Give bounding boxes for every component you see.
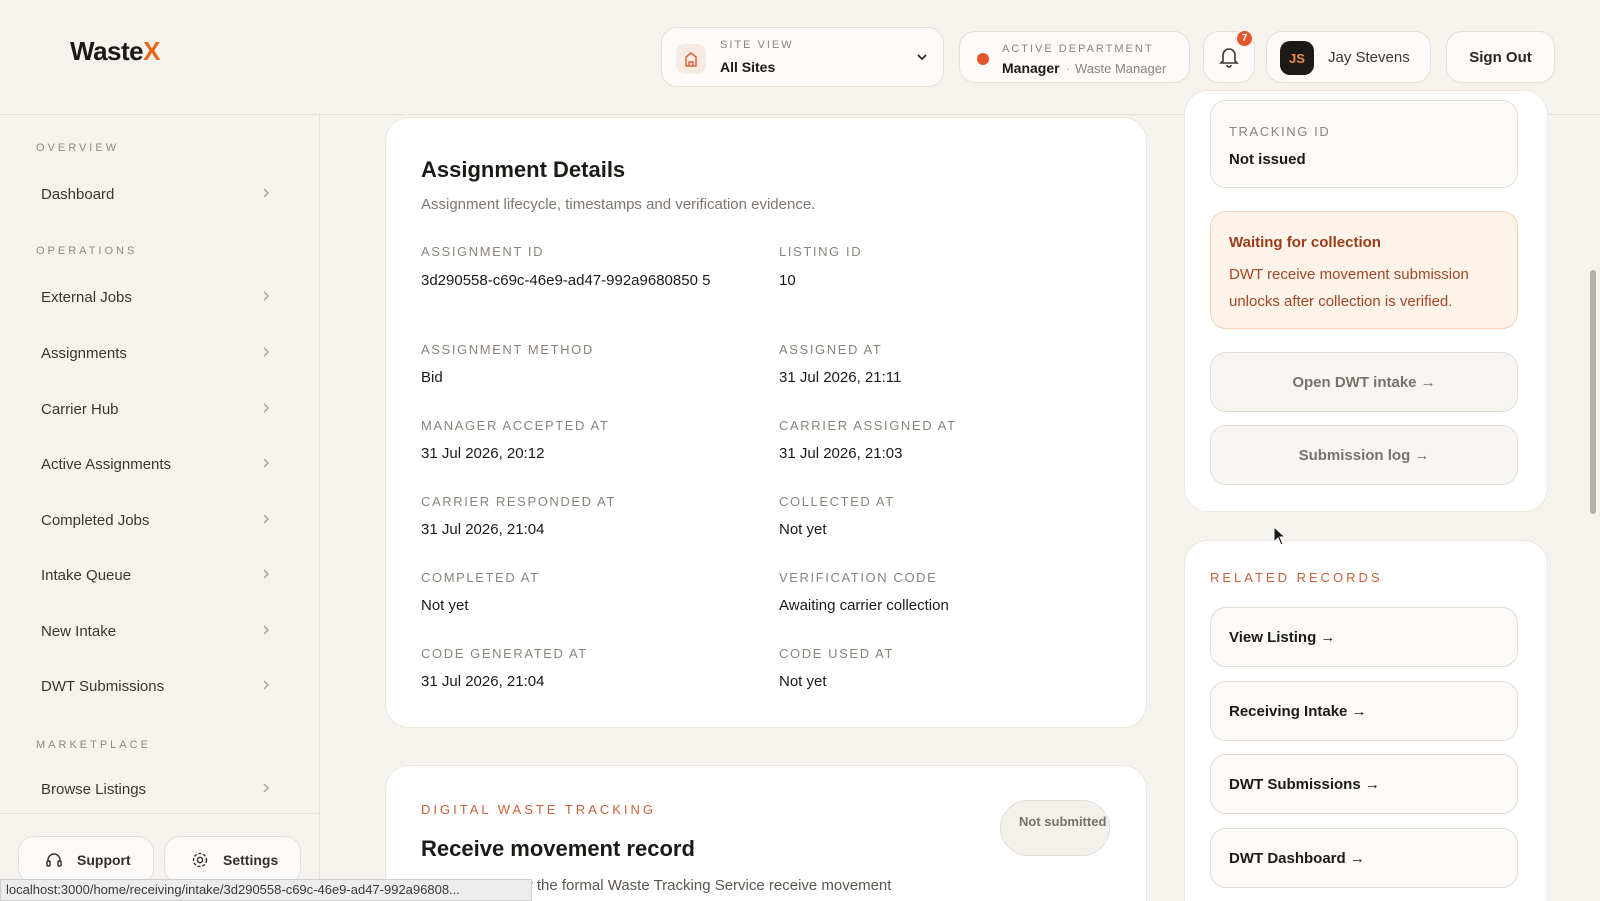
sidebar-item-assignments[interactable]: Assignments <box>28 333 284 373</box>
section-label-marketplace: MARKETPLACE <box>36 739 151 751</box>
dwt-title: Receive movement record <box>421 836 695 861</box>
field-label: CARRIER RESPONDED AT <box>421 494 617 509</box>
field-label: COMPLETED AT <box>421 570 540 585</box>
building-icon <box>676 44 706 74</box>
sign-out-button[interactable]: Sign Out <box>1446 31 1555 83</box>
headset-icon <box>46 853 62 867</box>
sidebar: OVERVIEW Dashboard OPERATIONS External J… <box>0 115 320 901</box>
view-listing-link[interactable]: View Listing → <box>1210 607 1518 667</box>
mouse-cursor-icon <box>1273 526 1287 546</box>
department-separator: · <box>1066 61 1071 76</box>
status-dot <box>977 53 989 65</box>
field-value: 31 Jul 2026, 20:12 <box>421 445 545 462</box>
field-value: Bid <box>421 369 443 386</box>
sidebar-item-carrier-hub[interactable]: Carrier Hub <box>28 389 284 429</box>
department-label: ACTIVE DEPARTMENT <box>1002 43 1154 55</box>
status-badge: Not submitted <box>1000 800 1110 856</box>
field-label: COLLECTED AT <box>779 494 895 509</box>
dwt-dashboard-link[interactable]: DWT Dashboard → <box>1210 828 1518 888</box>
alert-body: DWT receive movement submission unlocks … <box>1229 266 1469 310</box>
dwt-eyebrow: DIGITAL WASTE TRACKING <box>421 802 657 817</box>
field-value: 31 Jul 2026, 21:04 <box>421 673 545 690</box>
tracking-id-label: TRACKING ID <box>1229 124 1331 139</box>
field-value: 31 Jul 2026, 21:04 <box>421 521 545 538</box>
gear-icon <box>192 852 208 868</box>
field-label: ASSIGNMENT ID <box>421 244 545 259</box>
field-label: LISTING ID <box>779 244 863 259</box>
department-role: Manager <box>1002 60 1060 76</box>
user-menu[interactable]: JS Jay Stevens <box>1266 31 1431 83</box>
listing-id-value: 10 <box>779 272 796 289</box>
sidebar-item-browse-listings[interactable]: Browse Listings <box>28 769 284 809</box>
section-label-overview: OVERVIEW <box>36 142 120 154</box>
field-value: 31 Jul 2026, 21:03 <box>779 445 903 462</box>
tracking-id-box <box>1210 100 1518 188</box>
receiving-intake-link[interactable]: Receiving Intake → <box>1210 681 1518 741</box>
page-title: Assignment Details <box>421 157 626 182</box>
bell-icon <box>1219 48 1239 68</box>
chevron-right-icon <box>263 291 270 301</box>
field-value: Not yet <box>779 673 827 690</box>
field-label: VERIFICATION CODE <box>779 570 938 585</box>
field-label: MANAGER ACCEPTED AT <box>421 418 610 433</box>
site-view-selector[interactable]: SITE VIEW All Sites <box>661 27 944 87</box>
card-subtitle: Assignment lifecycle, timestamps and ver… <box>421 196 816 213</box>
sidebar-item-dwt-submissions[interactable]: DWT Submissions <box>28 666 284 706</box>
waiting-alert: Waiting for collection DWT receive movem… <box>1210 211 1518 329</box>
field-value: Not yet <box>779 521 827 538</box>
alert-title: Waiting for collection <box>1229 234 1381 251</box>
field-label: CODE GENERATED AT <box>421 646 588 661</box>
sidebar-item-new-intake[interactable]: New Intake <box>28 611 284 651</box>
page-scrollbar[interactable] <box>1590 270 1596 514</box>
sidebar-item-external-jobs[interactable]: External Jobs <box>28 277 284 317</box>
chevron-right-icon <box>263 347 270 357</box>
chevron-right-icon <box>263 458 270 468</box>
chevron-right-icon <box>263 403 270 413</box>
chevron-right-icon <box>263 680 270 690</box>
active-department[interactable]: ACTIVE DEPARTMENT Manager · Waste Manage… <box>959 31 1190 83</box>
chevron-right-icon <box>263 569 270 579</box>
field-label: ASSIGNMENT METHOD <box>421 342 594 357</box>
section-label-operations: OPERATIONS <box>36 245 138 257</box>
field-label: CARRIER ASSIGNED AT <box>779 418 957 433</box>
tracking-id-value: Not issued <box>1229 151 1306 168</box>
submission-log-button[interactable]: Submission log → <box>1210 425 1518 485</box>
chevron-right-icon <box>263 625 270 635</box>
sidebar-item-dashboard[interactable]: Dashboard <box>28 174 284 214</box>
field-label: ASSIGNED AT <box>779 342 883 357</box>
sidebar-item-active-assignments[interactable]: Active Assignments <box>28 444 284 484</box>
notification-count-badge: 7 <box>1235 29 1254 48</box>
chevron-down-icon <box>917 54 927 61</box>
chevron-right-icon <box>263 188 270 198</box>
avatar: JS <box>1280 41 1314 75</box>
field-label: CODE USED AT <box>779 646 895 661</box>
settings-button[interactable]: Settings <box>164 836 301 884</box>
sidebar-item-completed-jobs[interactable]: Completed Jobs <box>28 500 284 540</box>
sidebar-item-intake-queue[interactable]: Intake Queue <box>28 555 284 595</box>
chevron-right-icon <box>263 783 270 793</box>
app-logo[interactable]: WasteX <box>70 36 160 67</box>
chevron-right-icon <box>263 514 270 524</box>
site-view-value: All Sites <box>720 59 776 75</box>
link-status-bar: localhost:3000/home/receiving/intake/3d2… <box>0 879 532 901</box>
related-records-label: RELATED RECORDS <box>1210 570 1383 585</box>
field-value: Awaiting carrier collection <box>779 597 949 614</box>
department-title: Waste Manager <box>1075 61 1167 76</box>
open-dwt-intake-button[interactable]: Open DWT intake → <box>1210 352 1518 412</box>
field-value: 31 Jul 2026, 21:11 <box>779 369 902 386</box>
support-button[interactable]: Support <box>18 836 154 884</box>
field-value: Not yet <box>421 597 469 614</box>
user-name: Jay Stevens <box>1328 49 1410 66</box>
assignment-id-value: 3d290558-c69c-46e9-ad47-992a9680850 5 <box>421 272 711 289</box>
site-view-label: SITE VIEW <box>720 39 794 51</box>
dwt-submissions-link[interactable]: DWT Submissions → <box>1210 754 1518 814</box>
